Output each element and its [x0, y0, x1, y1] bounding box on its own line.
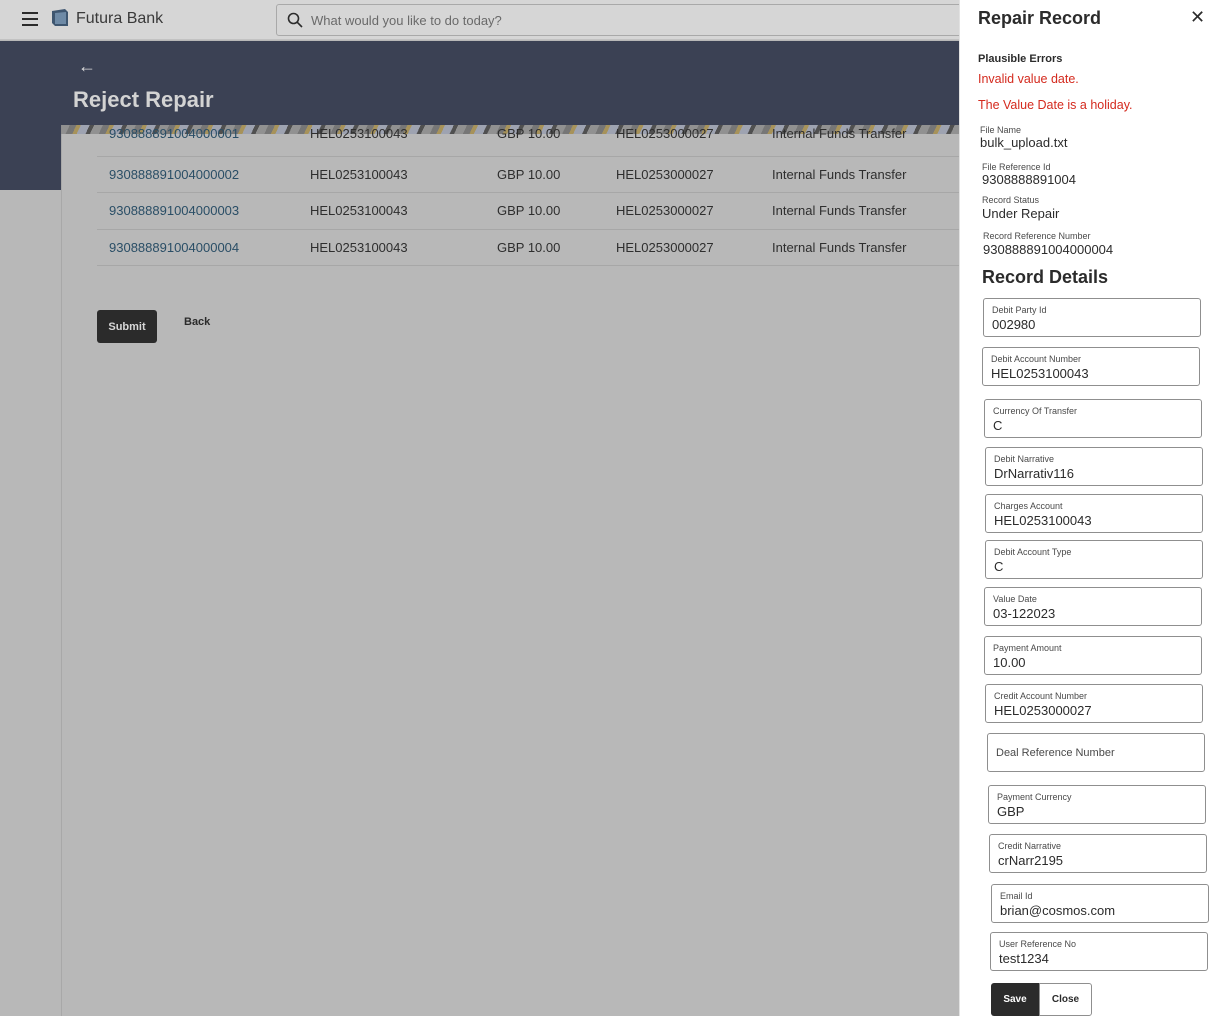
- amount-cell: GBP 10.00: [485, 192, 604, 230]
- close-icon[interactable]: ✕: [1190, 7, 1205, 28]
- record-details-heading: Record Details: [982, 267, 1109, 287]
- debit-narrative-field[interactable]: Debit Narrative DrNarrativ116: [985, 447, 1203, 486]
- file-name-value: bulk_upload.txt: [980, 135, 1068, 150]
- field-placeholder: Deal Reference Number: [996, 747, 1115, 759]
- field-label: Debit Account Type: [994, 547, 1072, 557]
- field-label: Value Date: [993, 594, 1037, 604]
- currency-of-transfer-field[interactable]: Currency Of Transfer C: [984, 399, 1202, 438]
- field-value: 002980: [992, 317, 1036, 332]
- transfer-type-cell: Internal Funds Transfer: [760, 192, 960, 230]
- record-status-label: Record Status: [982, 195, 1040, 205]
- field-value: HEL0253100043: [991, 366, 1089, 381]
- debit-account-type-field[interactable]: Debit Account Type C: [985, 540, 1203, 579]
- debit-account-cell: HEL0253100043: [298, 192, 485, 230]
- amount-cell: GBP 10.00: [485, 156, 604, 193]
- credit-narrative-field[interactable]: Credit Narrative crNarr2195: [989, 834, 1207, 873]
- records-table: 930888891004000001 HEL0253100043 GBP 10.…: [97, 126, 960, 266]
- transfer-type-cell: Internal Funds Transfer: [760, 126, 960, 157]
- field-value: GBP: [997, 804, 1025, 819]
- transfer-type-cell: Internal Funds Transfer: [760, 156, 960, 193]
- error-message: The Value Date is a holiday.: [978, 98, 1133, 112]
- field-label: Currency Of Transfer: [993, 406, 1078, 416]
- charges-account-field[interactable]: Charges Account HEL0253100043: [985, 494, 1203, 533]
- back-button[interactable]: Back: [184, 316, 210, 328]
- record-link[interactable]: 930888891004000004: [109, 240, 239, 255]
- debit-account-number-field[interactable]: Debit Account Number HEL0253100043: [982, 347, 1200, 386]
- credit-account-number-field[interactable]: Credit Account Number HEL0253000027: [985, 684, 1203, 723]
- repair-record-panel: Repair Record ✕ Plausible Errors Invalid…: [959, 0, 1214, 1016]
- page-title: Reject Repair: [73, 87, 214, 112]
- close-button[interactable]: Close: [1039, 983, 1092, 1016]
- value-date-field[interactable]: Value Date 03-122023: [984, 587, 1202, 626]
- file-ref-value: 9308888891004: [982, 172, 1076, 187]
- debit-account-cell: HEL0253100043: [298, 156, 485, 193]
- field-label: Debit Party Id: [992, 305, 1047, 315]
- credit-account-cell: HEL0253000027: [604, 229, 760, 266]
- field-value: crNarr2195: [998, 853, 1064, 868]
- email-id-field[interactable]: Email Id brian@cosmos.com: [991, 884, 1209, 923]
- field-value: test1234: [999, 951, 1049, 966]
- transfer-type-cell: Internal Funds Transfer: [760, 229, 960, 266]
- panel-title: Repair Record: [978, 8, 1102, 28]
- field-value: HEL0253100043: [994, 513, 1092, 528]
- field-label: Payment Amount: [993, 643, 1062, 653]
- field-value: 03-122023: [993, 606, 1056, 621]
- field-value: C: [993, 418, 1003, 433]
- field-value: 10.00: [993, 655, 1026, 670]
- record-link[interactable]: 930888891004000001: [109, 126, 239, 141]
- amount-cell: GBP 10.00: [485, 229, 604, 266]
- payment-amount-field[interactable]: Payment Amount 10.00: [984, 636, 1202, 675]
- brand-name: Futura Bank: [76, 10, 164, 27]
- field-label: User Reference No: [999, 939, 1077, 949]
- table-row: 930888891004000003 HEL0253100043 GBP 10.…: [97, 192, 960, 230]
- record-status-value: Under Repair: [982, 206, 1060, 221]
- back-arrow-icon[interactable]: ←: [78, 56, 96, 77]
- field-value: C: [994, 559, 1004, 574]
- search-bar[interactable]: [276, 4, 976, 36]
- bank-logo-icon: [52, 9, 68, 26]
- deal-reference-number-field[interactable]: Deal Reference Number: [987, 733, 1205, 772]
- amount-cell: GBP 10.00: [485, 126, 604, 157]
- field-label: Payment Currency: [997, 792, 1072, 802]
- field-value: brian@cosmos.com: [1000, 903, 1116, 918]
- record-link[interactable]: 930888891004000002: [109, 167, 239, 182]
- save-button[interactable]: Save: [991, 983, 1039, 1016]
- table-row: 930888891004000001 HEL0253100043 GBP 10.…: [97, 126, 960, 157]
- table-row: 930888891004000004 HEL0253100043 GBP 10.…: [97, 229, 960, 266]
- record-ref-value: 930888891004000004: [983, 242, 1114, 257]
- file-ref-label: File Reference Id: [982, 162, 1051, 172]
- record-link[interactable]: 930888891004000003: [109, 203, 239, 218]
- debit-account-cell: HEL0253100043: [298, 126, 485, 157]
- error-message: Invalid value date.: [978, 72, 1079, 86]
- credit-account-cell: HEL0253000027: [604, 192, 760, 230]
- debit-account-cell: HEL0253100043: [298, 229, 485, 266]
- field-label: Debit Account Number: [991, 354, 1082, 364]
- user-reference-no-field[interactable]: User Reference No test1234: [990, 932, 1208, 971]
- record-ref-label: Record Reference Number: [983, 231, 1091, 241]
- payment-currency-field[interactable]: Payment Currency GBP: [988, 785, 1206, 824]
- debit-party-id-field[interactable]: Debit Party Id 002980: [983, 298, 1201, 337]
- field-label: Credit Narrative: [998, 841, 1062, 851]
- search-input[interactable]: [311, 10, 911, 30]
- menu-icon[interactable]: [22, 12, 38, 26]
- errors-heading: Plausible Errors: [978, 53, 1063, 65]
- table-row: 930888891004000002 HEL0253100043 GBP 10.…: [97, 156, 960, 193]
- field-label: Debit Narrative: [994, 454, 1055, 464]
- search-icon: [287, 12, 303, 28]
- field-label: Charges Account: [994, 501, 1063, 511]
- file-name-label: File Name: [980, 125, 1022, 135]
- credit-account-cell: HEL0253000027: [604, 126, 760, 157]
- credit-account-cell: HEL0253000027: [604, 156, 760, 193]
- field-value: HEL0253000027: [994, 703, 1092, 718]
- field-label: Credit Account Number: [994, 691, 1088, 701]
- submit-button[interactable]: Submit: [97, 310, 157, 343]
- field-label: Email Id: [1000, 891, 1033, 901]
- field-value: DrNarrativ116: [994, 466, 1074, 481]
